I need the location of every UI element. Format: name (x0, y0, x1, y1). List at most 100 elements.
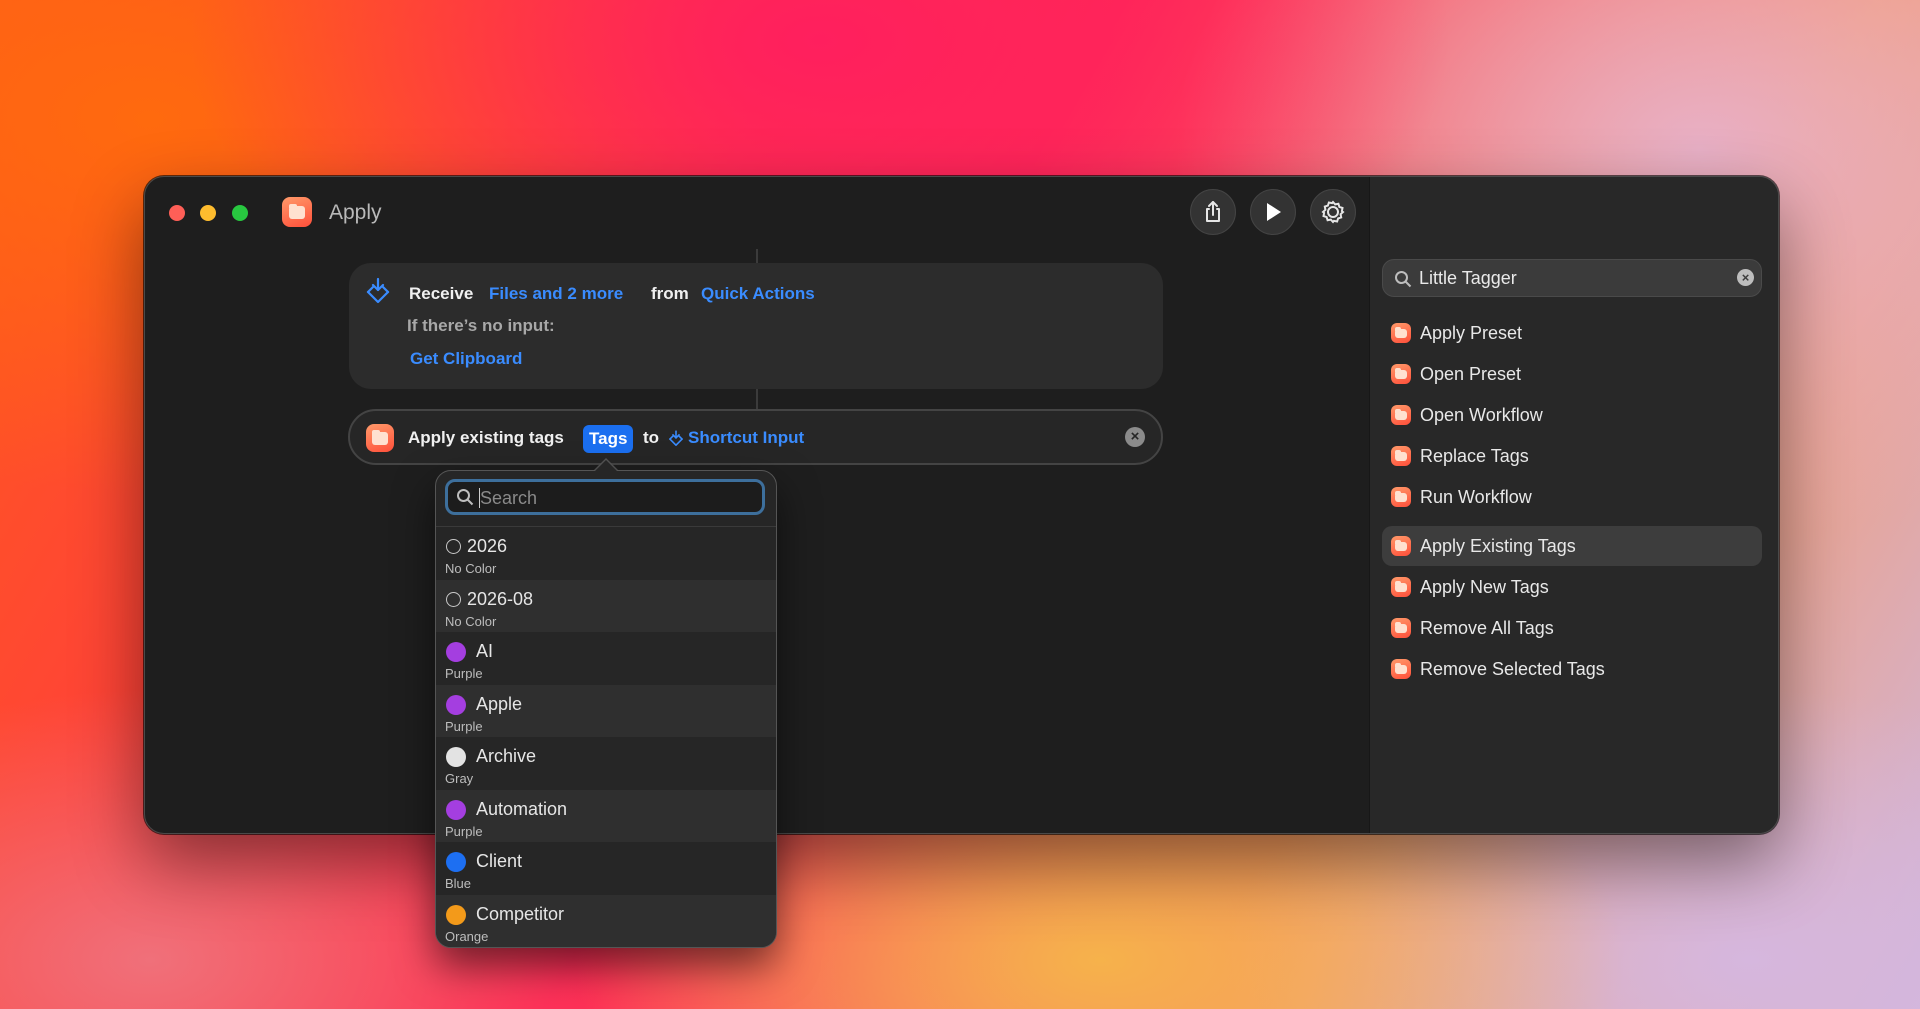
target-parameter[interactable]: Shortcut Input (688, 428, 804, 448)
gray-color-dot-icon (446, 747, 466, 767)
blue-color-dot-icon (446, 852, 466, 872)
tag-option[interactable]: Archive Gray (436, 737, 776, 790)
tag-option[interactable]: 2026 No Color (436, 527, 776, 580)
sidebar-item-apply-new-tags[interactable]: Apply New Tags (1382, 567, 1762, 607)
shortcut-input-icon (669, 430, 683, 446)
remove-action-button[interactable]: × (1125, 427, 1145, 447)
little-tagger-icon (1391, 577, 1411, 597)
search-icon (1395, 271, 1412, 288)
tag-option-color: Orange (445, 928, 489, 944)
sidebar-item-open-workflow[interactable]: Open Workflow (1382, 395, 1762, 435)
tags-parameter[interactable]: Tags (583, 425, 634, 453)
orange-color-dot-icon (446, 904, 466, 925)
sidebar-item-run-workflow[interactable]: Run Workflow (1382, 477, 1762, 517)
tag-option-name: Automation (476, 798, 568, 819)
input-source-parameter[interactable]: Quick Actions (701, 284, 815, 304)
shortcut-input-icon (366, 277, 390, 304)
tag-option[interactable]: Automation Purple (436, 789, 776, 842)
purple-color-dot-icon (446, 642, 466, 662)
settings-button[interactable] (1310, 189, 1356, 235)
no-color-circle-icon (446, 591, 461, 607)
tag-option-name: AI (476, 641, 494, 661)
tag-option-name: Archive (476, 746, 537, 766)
flow-connector (756, 249, 758, 263)
shortcut-app-icon[interactable] (282, 197, 312, 227)
little-tagger-icon (1391, 536, 1411, 556)
tag-list: 2026 No Color 2026-08 No Color AI Purple… (436, 526, 776, 947)
little-tagger-icon (1391, 618, 1411, 638)
search-icon (457, 489, 474, 506)
sidebar-item-replace-tags[interactable]: Replace Tags (1382, 436, 1762, 476)
little-tagger-icon (1391, 364, 1411, 384)
gear-icon (1321, 200, 1345, 224)
tag-option-name: Client (476, 851, 523, 871)
tag-option-name: Apple (476, 693, 523, 714)
tag-option[interactable]: Competitor Orange (436, 894, 776, 947)
purple-color-dot-icon (446, 799, 466, 820)
sidebar-item-label: Open Preset (1420, 364, 1522, 384)
tag-option-color: Gray (445, 771, 474, 786)
tag-search-field[interactable]: Search (445, 479, 765, 515)
tag-option[interactable]: Apple Purple (436, 684, 776, 737)
tag-option[interactable]: AI Purple (436, 632, 776, 685)
action-search-value: Little Tagger (1419, 268, 1517, 288)
tag-option-color: Purple (445, 823, 483, 839)
purple-color-dot-icon (446, 694, 466, 715)
tag-option-name: 2026-08 (467, 588, 534, 609)
to-label: to (643, 428, 660, 447)
little-tagger-icon (366, 424, 394, 452)
tag-option-color: No Color (445, 613, 497, 629)
share-icon (1206, 201, 1220, 222)
little-tagger-icon (1391, 446, 1411, 466)
action-label: Apply existing tags (408, 428, 564, 447)
flow-connector (756, 389, 758, 409)
tag-option-color: Purple (445, 666, 483, 681)
play-icon (1267, 203, 1281, 221)
little-tagger-icon (1391, 659, 1411, 679)
sidebar-item-label: Apply Preset (1420, 323, 1523, 343)
tag-option-color: Purple (445, 718, 483, 734)
tag-option-color: Blue (445, 876, 472, 891)
share-button[interactable] (1190, 189, 1236, 235)
run-button[interactable] (1250, 189, 1296, 235)
tag-option-color: No Color (445, 561, 497, 576)
close-window-button[interactable] (169, 205, 185, 221)
receive-label: Receive (409, 284, 474, 303)
apply-existing-tags-action[interactable]: Apply existing tags Tags to Shortcut Inp… (348, 409, 1163, 465)
sidebar-item-label: Apply New Tags (1420, 577, 1549, 597)
sidebar-item-label: Replace Tags (1420, 446, 1529, 466)
sidebar-item-apply-existing-tags[interactable]: Apply Existing Tags (1382, 526, 1762, 566)
little-tagger-icon (1391, 487, 1411, 507)
sidebar-item-label: Open Workflow (1420, 405, 1543, 425)
tag-option[interactable]: Client Blue (436, 842, 776, 895)
no-color-circle-icon (446, 539, 461, 554)
sidebar-item-label: Apply Existing Tags (1420, 536, 1576, 556)
sidebar-item-apply-preset[interactable]: Apply Preset (1382, 313, 1762, 353)
tag-option-name: 2026 (467, 536, 508, 556)
sidebar-item-label: Remove All Tags (1420, 618, 1554, 638)
little-tagger-icon (1391, 405, 1411, 425)
input-types-parameter[interactable]: Files and 2 more (489, 284, 623, 304)
little-tagger-icon (1391, 323, 1411, 343)
sidebar-item-remove-selected-tags[interactable]: Remove Selected Tags (1382, 649, 1762, 689)
minimize-window-button[interactable] (200, 205, 216, 221)
clear-search-button[interactable]: × (1737, 269, 1754, 286)
tag-option-name: Competitor (476, 903, 565, 924)
zoom-window-button[interactable] (232, 205, 248, 221)
sidebar-item-remove-all-tags[interactable]: Remove All Tags (1382, 608, 1762, 648)
action-library-sidebar: Little Tagger × Apply Preset Open Preset… (1369, 177, 1778, 833)
popover-arrow-fill (595, 460, 617, 471)
tags-picker-popover: Search 2026 No Color 2026-08 No Color AI… (435, 470, 777, 948)
no-input-label: If there’s no input: (407, 316, 555, 335)
from-label: from (651, 284, 689, 303)
tag-option[interactable]: 2026-08 No Color (436, 579, 776, 632)
no-input-fallback-parameter[interactable]: Get Clipboard (410, 349, 522, 369)
receive-input-block[interactable]: Receive Files and 2 more from Quick Acti… (349, 263, 1163, 389)
shortcut-title[interactable]: Apply (329, 201, 382, 225)
action-search-field[interactable]: Little Tagger × (1382, 259, 1762, 297)
shortcut-editor-window: Apply Little Tagger × Apply Preset Open … (144, 176, 1779, 834)
sidebar-item-label: Run Workflow (1420, 487, 1532, 507)
tag-search-placeholder: Search (480, 488, 538, 508)
sidebar-item-label: Remove Selected Tags (1420, 659, 1605, 679)
sidebar-item-open-preset[interactable]: Open Preset (1382, 354, 1762, 394)
